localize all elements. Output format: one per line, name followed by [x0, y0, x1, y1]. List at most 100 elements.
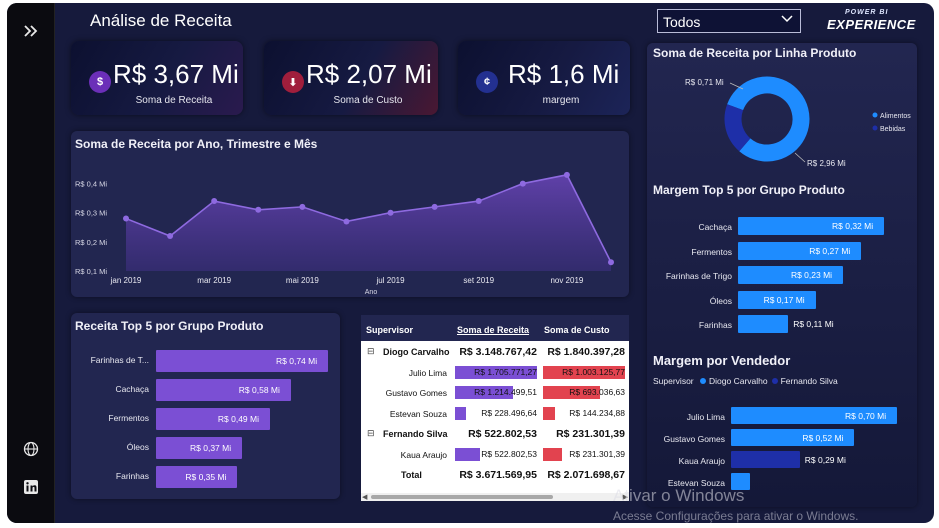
logo-line2: EXPERIENCE [827, 17, 916, 32]
legend-item[interactable]: Fernando Silva [771, 376, 838, 386]
line-point [563, 171, 570, 178]
line-point [387, 209, 394, 216]
line-chart[interactable]: R$ 0,4 Mi R$ 0,3 Mi R$ 0,2 Mi R$ 0,1 Mijan … [71, 131, 629, 297]
table-row-name: Fernando Silva [383, 429, 448, 439]
x-tick-label: jan 2019 [110, 276, 142, 285]
table-header-supervisor[interactable]: Supervisor [366, 325, 413, 335]
y-tick-label: R$ 0,1 Mi [75, 267, 107, 276]
kpi-value: R$ 3,67 Mi [113, 59, 239, 89]
filter-dropdown[interactable]: Todos [657, 9, 801, 33]
windows-watermark-subtitle: Acesse Configurações para ativar o Windo… [613, 509, 859, 523]
legend-title: Supervisor [653, 376, 694, 386]
expand-chevrons-icon[interactable] [21, 21, 41, 41]
margem-vendedor-legend: Supervisor Diogo Carvalho Fernando Silva [653, 376, 842, 386]
scrollbar-thumb[interactable] [371, 495, 553, 499]
logo-line1: POWER BI [845, 9, 889, 16]
table-row-name: Total [401, 470, 422, 480]
line-point [343, 218, 350, 225]
legend-item[interactable]: Diogo Carvalho [700, 376, 768, 386]
table-body: ⊟ Diogo Carvalho R$ 3.148.767,42 R$ 1.840.3… [361, 341, 629, 491]
line-chart-panel: Soma de Receita por Ano, Trimestre e Mês… [71, 131, 629, 297]
bar-data-label: R$ 0,52 Mi [802, 432, 844, 443]
bar-category-label: Farinhas [698, 320, 732, 330]
bar-category-label: Julio Lima [686, 412, 725, 422]
coins-icon: ¢ [476, 71, 498, 93]
kpi-card-custo: ⬇ R$ 2,07 Mi Soma de Custo [264, 41, 438, 115]
line-point [431, 203, 438, 210]
bar-data-label: R$ 0,58 Mi [238, 385, 280, 395]
line-area [126, 174, 611, 271]
line-point [299, 203, 306, 210]
table-cell-receita: R$ 1.705.771,27 [474, 366, 537, 377]
receita-bar [455, 406, 466, 420]
donut-label: R$ 2,96 Mi [807, 159, 846, 168]
table-row-name: Gustavo Gomes [385, 388, 447, 398]
legend-item-label: Diogo Carvalho [709, 376, 768, 386]
legend-dot-icon [872, 125, 878, 131]
donut-slice [724, 104, 751, 152]
money-bag-icon: $ [89, 71, 111, 93]
line-point [211, 198, 218, 205]
table-cell-custo: R$ 231.301,39 [556, 428, 625, 440]
table-cell-receita: R$ 522.802,53 [481, 448, 537, 459]
margem-produto-title: Margem Top 5 por Grupo Produto [653, 183, 845, 197]
line-point [475, 198, 482, 205]
horizontal-scrollbar[interactable]: ◀ ▶ [361, 493, 629, 501]
bar-chart-margem-vendedor[interactable]: Julio Lima R$ 0,70 Mi Gustavo Gomes R$ 0,52… [647, 399, 917, 499]
x-tick-label: jul 2019 [376, 276, 406, 285]
legend-dot-icon [700, 378, 707, 384]
table-cell-custo: R$ 144.234,88 [569, 407, 625, 418]
bar-data-label: R$ 0,27 Mi [809, 245, 851, 256]
scroll-left-arrow[interactable]: ◀ [362, 493, 367, 501]
line-point [519, 180, 526, 187]
table-cell-receita: R$ 3.148.767,42 [459, 346, 537, 358]
custo-bar [543, 447, 562, 461]
collapse-toggle-icon: ⊟ [367, 428, 375, 438]
bar-category-label: Kaua Araujo [678, 456, 725, 466]
table-row-name: Julio Lima [408, 367, 447, 378]
legend-dot-icon [872, 112, 878, 118]
kpi-label: margem [542, 95, 580, 106]
collapse-toggle-icon: ⊟ [367, 346, 375, 356]
bar-category-label: Gustavo Gomes [663, 434, 725, 444]
windows-watermark-title: Ativar o Windows [613, 486, 745, 505]
bar-chart-receita-panel: Receita Top 5 por Grupo Produto Farinhas… [71, 313, 340, 499]
supervisor-table[interactable]: Supervisor Soma de Receita Soma de Custo… [361, 315, 629, 501]
table-cell-custo: R$ 231.301,39 [569, 448, 625, 459]
bar-data-label: R$ 0,29 Mi [804, 454, 846, 465]
x-tick-label: mar 2019 [197, 276, 231, 285]
kpi-card-receita: $ R$ 3,67 Mi Soma de Receita [71, 41, 243, 115]
kpi-value: R$ 1,6 Mi [508, 59, 620, 89]
legend-label: Bebidas [880, 126, 906, 133]
donut-chart[interactable]: R$ 0,71 Mi R$ 2,96 Mi Alimentos Bebidas [647, 61, 917, 189]
filter-dropdown-value: Todos [663, 14, 701, 30]
bar-category-label: Óleos [126, 442, 149, 452]
bar-data-label: R$ 0,74 Mi [276, 356, 318, 366]
leader-line [794, 152, 806, 163]
y-tick-label: R$ 0,3 Mi [75, 209, 107, 218]
line-point [608, 259, 614, 266]
x-tick-label: mai 2019 [286, 276, 319, 285]
line-point [123, 215, 129, 222]
dashboard-frame: Análise de Receita Todos POWER BI EXPERI… [7, 3, 934, 523]
bar-data-label: R$ 0,35 Mi [185, 472, 227, 482]
table-header-custo[interactable]: Soma de Custo [544, 325, 610, 335]
logo: POWER BI EXPERIENCE [823, 9, 915, 33]
custo-bar [543, 406, 555, 420]
bar-chart-receita[interactable]: Farinhas de T... R$ 0,74 Mi Cachaça R$ 0,58… [71, 313, 340, 499]
bar [738, 315, 789, 333]
kpi-label: Soma de Receita [135, 95, 213, 106]
line-point [167, 233, 174, 240]
table-cell-custo: R$ 1.840.397,28 [547, 346, 625, 358]
x-tick-label: set 2019 [463, 276, 494, 285]
legend-dot-icon [771, 378, 778, 384]
table-row-name: Estevan Souza [389, 408, 447, 419]
bar-chart-margem-produto[interactable]: Cachaça R$ 0,32 Mi Fermentos R$ 0,27 Mi Fari… [647, 199, 917, 339]
globe-icon[interactable] [21, 439, 41, 459]
linkedin-icon[interactable] [21, 477, 41, 497]
y-tick-label: R$ 0,2 Mi [75, 238, 107, 247]
table-row-name: Diogo Carvalho [383, 347, 450, 357]
table-header-receita[interactable]: Soma de Receita [457, 325, 529, 335]
table-header: Supervisor Soma de Receita Soma de Custo [361, 315, 629, 341]
kpi-label: Soma de Custo [333, 95, 403, 106]
